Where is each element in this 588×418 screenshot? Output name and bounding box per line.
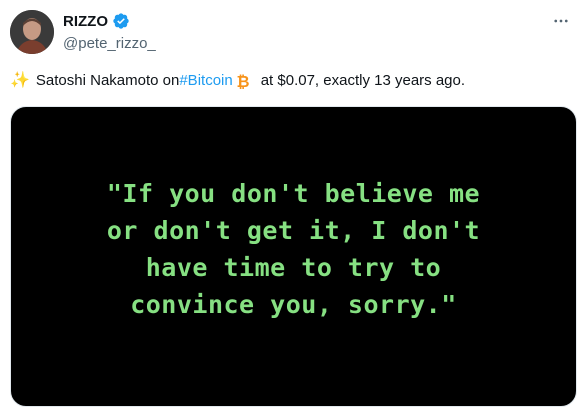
- name-row: RIZZO: [63, 11, 156, 31]
- person-avatar-icon: [10, 10, 54, 54]
- tweet-text-after: at $0.07, exactly 13 years ago.: [260, 72, 466, 89]
- verified-badge-icon: [112, 12, 130, 30]
- media-content: "If you don't believe me or don't get it…: [11, 107, 576, 406]
- svg-text:₿: ₿: [236, 73, 249, 89]
- sparkles-emoji: ✨: [10, 72, 30, 89]
- author-handle[interactable]: @pete_rizzo_: [63, 35, 156, 52]
- quote-text: "If you don't believe me or don't get it…: [106, 178, 481, 319]
- bitcoin-icon: ₿: [235, 72, 251, 91]
- author-info: RIZZO @pete_rizzo_: [63, 11, 156, 53]
- more-options-button[interactable]: [548, 8, 574, 34]
- tweet-card: RIZZO @pete_rizzo_ ✨ Satoshi Nakamoto on…: [0, 0, 588, 418]
- tweet-media-image[interactable]: "If you don't believe me or don't get it…: [10, 106, 577, 407]
- display-name[interactable]: RIZZO: [63, 13, 108, 30]
- tweet-text-before: Satoshi Nakamoto on: [35, 72, 180, 89]
- more-dots-icon: [554, 19, 568, 23]
- hashtag-link[interactable]: #Bitcoin: [179, 70, 232, 92]
- tweet-text: ✨ Satoshi Nakamoto on #Bitcoin ₿ at $0.0…: [10, 70, 465, 92]
- avatar[interactable]: [10, 10, 54, 54]
